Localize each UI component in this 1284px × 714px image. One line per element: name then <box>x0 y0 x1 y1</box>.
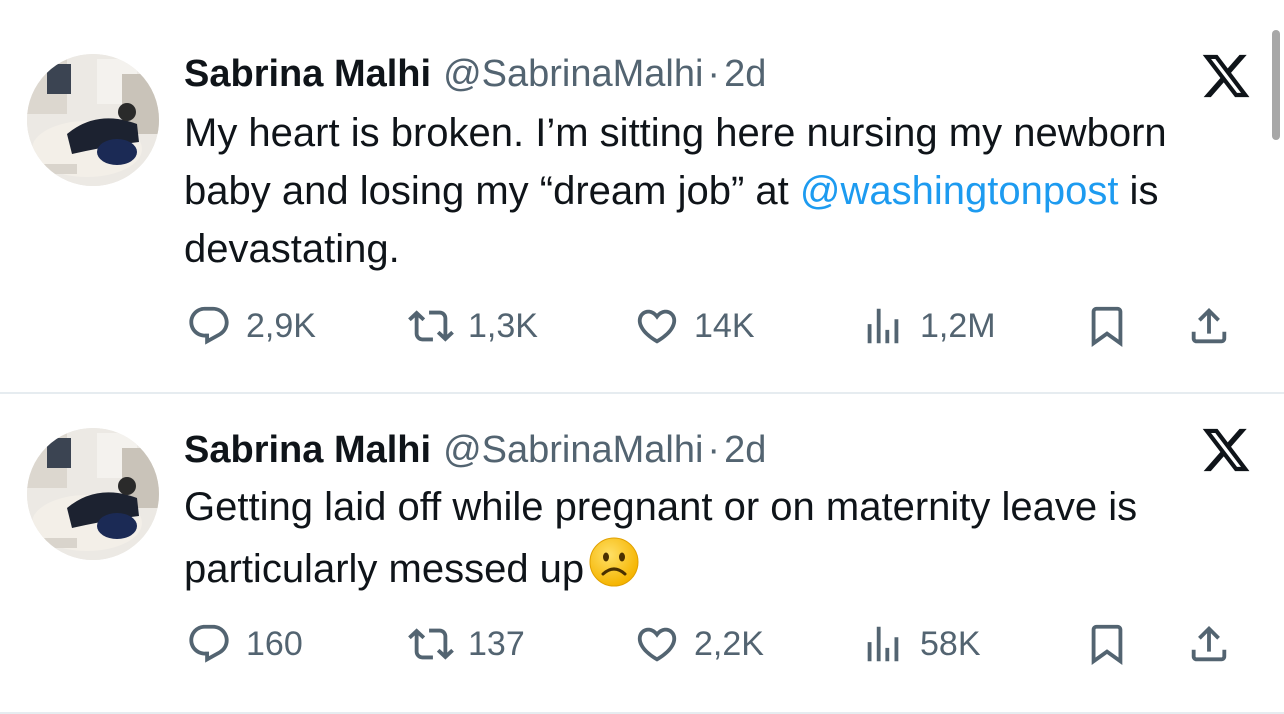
like-count: 14K <box>694 306 755 345</box>
author-handle[interactable]: @SabrinaMalhi <box>443 53 703 95</box>
views-count: 1,2M <box>920 306 996 345</box>
views-icon <box>867 308 899 344</box>
separator-dot: · <box>707 429 721 471</box>
like-icon <box>637 309 677 344</box>
reply-count: 160 <box>246 624 303 663</box>
share-icon <box>1191 307 1227 344</box>
x-logo-icon <box>1202 428 1250 472</box>
tweet-text-part: Getting laid off while pregnant or on ma… <box>184 485 1138 591</box>
tweet-time[interactable]: 2d <box>724 53 766 95</box>
author-handle[interactable]: @SabrinaMalhi <box>443 429 703 471</box>
views-icon <box>867 626 899 662</box>
reply-icon <box>189 306 229 345</box>
tweet-header: Sabrina Malhi @SabrinaMalhi · 2d <box>184 52 766 96</box>
share-button[interactable] <box>1186 296 1246 356</box>
share-icon <box>1191 625 1227 662</box>
views-button[interactable]: 58K <box>860 614 981 674</box>
repost-count: 1,3K <box>468 306 538 345</box>
scrollbar[interactable] <box>1272 30 1280 140</box>
views-count: 58K <box>920 624 981 663</box>
bookmark-icon <box>1091 306 1123 347</box>
author-name[interactable]: Sabrina Malhi <box>184 53 431 95</box>
tweet-text: My heart is broken. I’m sitting here nur… <box>184 104 1244 278</box>
tweet-1[interactable]: Sabrina Malhi @SabrinaMalhi · 2d My heart i… <box>0 0 1284 394</box>
reply-icon <box>189 624 229 663</box>
repost-count: 137 <box>468 624 525 663</box>
author-name[interactable]: Sabrina Malhi <box>184 429 431 471</box>
reply-count: 2,9K <box>246 306 316 345</box>
mention-link[interactable]: @washingtonpost <box>800 169 1119 213</box>
separator-dot: · <box>707 53 721 95</box>
tweet-2[interactable]: Sabrina Malhi @SabrinaMalhi · 2d Getting la… <box>0 394 1284 714</box>
avatar[interactable] <box>27 428 159 560</box>
action-bar: 2,9K 1,3K 14K 1,2M <box>0 296 1284 356</box>
tweet-text: Getting laid off while pregnant or on ma… <box>184 478 1244 598</box>
action-bar: 160 137 2,2K 58K <box>0 614 1284 674</box>
share-button[interactable] <box>1186 614 1246 674</box>
tweet-header: Sabrina Malhi @SabrinaMalhi · 2d <box>184 428 766 472</box>
like-icon <box>637 627 677 662</box>
bookmark-button[interactable] <box>1084 296 1144 356</box>
like-count: 2,2K <box>694 624 764 663</box>
bookmark-icon <box>1091 624 1123 665</box>
like-button[interactable]: 14K <box>634 296 755 356</box>
like-button[interactable]: 2,2K <box>634 614 764 674</box>
repost-button[interactable]: 1,3K <box>408 296 538 356</box>
avatar[interactable] <box>27 54 159 186</box>
frowning-face-emoji-icon <box>589 537 639 587</box>
reply-button[interactable]: 160 <box>186 614 303 674</box>
repost-icon <box>408 628 454 660</box>
x-logo-icon <box>1202 54 1250 98</box>
repost-button[interactable]: 137 <box>408 614 525 674</box>
views-button[interactable]: 1,2M <box>860 296 996 356</box>
bookmark-button[interactable] <box>1084 614 1144 674</box>
reply-button[interactable]: 2,9K <box>186 296 316 356</box>
repost-icon <box>408 310 454 342</box>
tweet-time[interactable]: 2d <box>724 429 766 471</box>
